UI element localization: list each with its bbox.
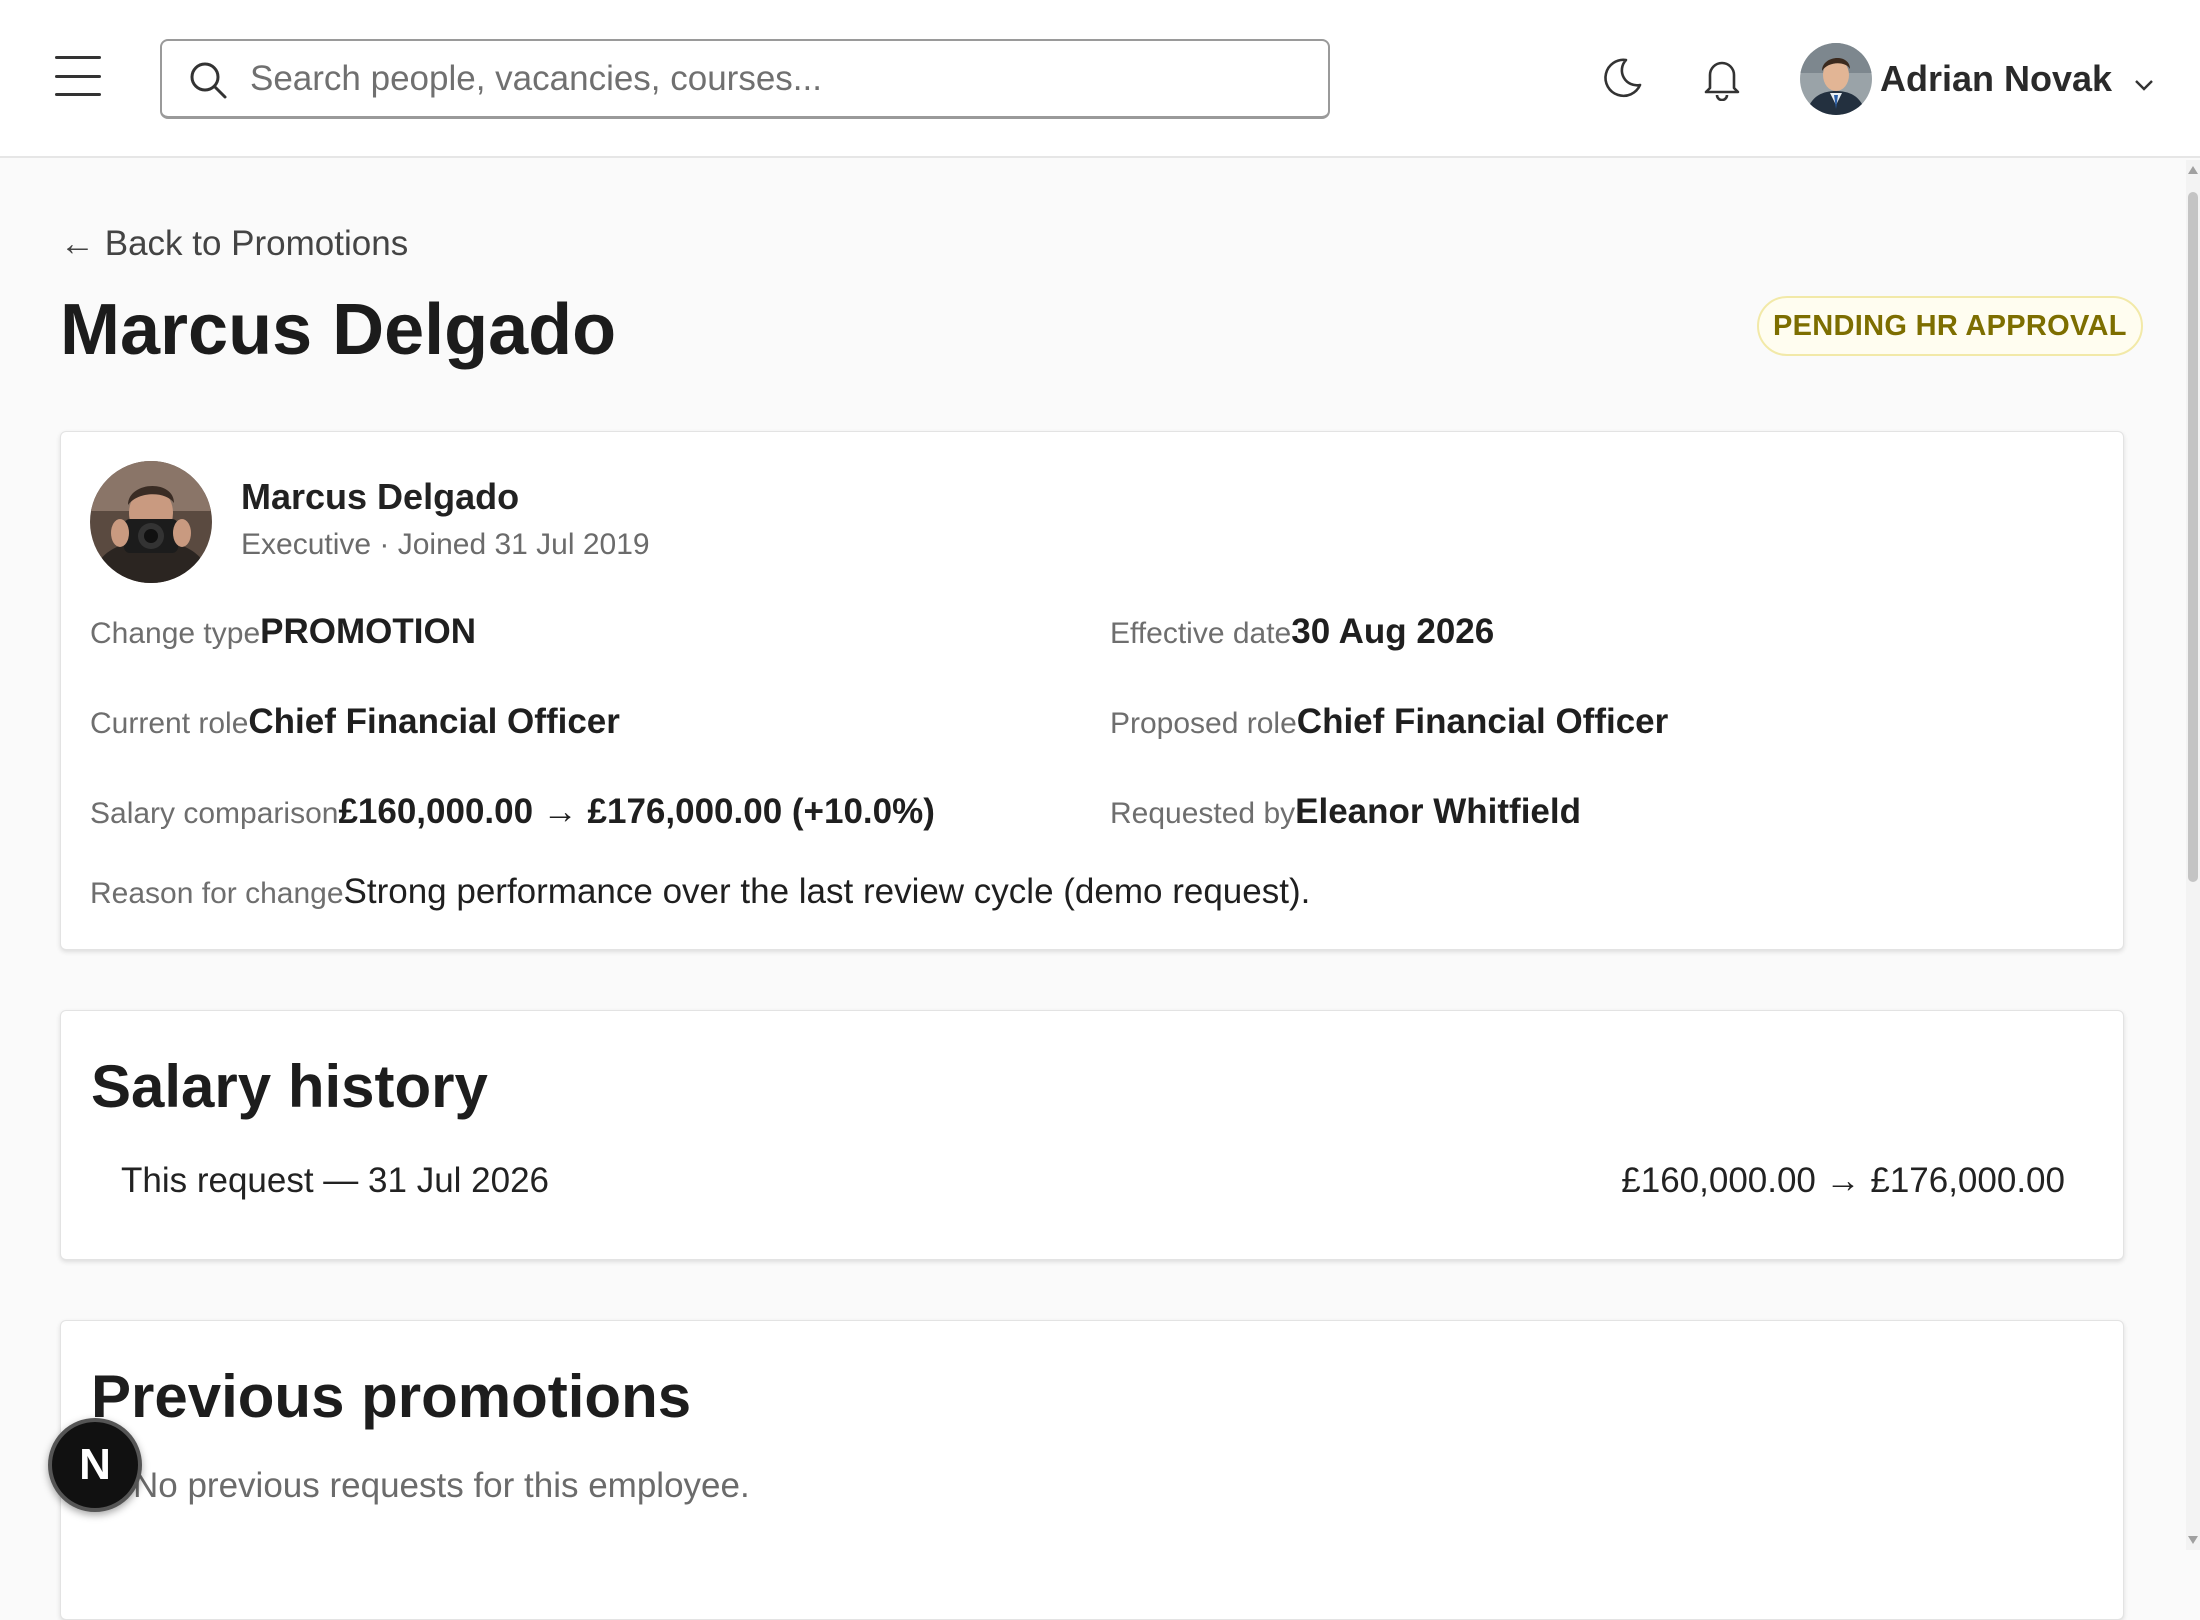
- field-label: Current role: [90, 707, 249, 740]
- promotion-details-card: Marcus Delgado Executive · Joined 31 Jul…: [60, 431, 2124, 950]
- effective-date-field: Effective date30 Aug 2026: [1110, 612, 1494, 652]
- employee-name: Marcus Delgado: [241, 476, 520, 517]
- section-title: Salary history: [91, 1053, 488, 1120]
- status-badge: PENDING HR APPROVAL: [1757, 296, 2143, 356]
- search-icon: [190, 62, 227, 99]
- requested-by-field: Requested byEleanor Whitfield: [1110, 792, 1581, 832]
- field-label: Effective date: [1110, 617, 1292, 650]
- back-to-promotions-link[interactable]: ← Back to Promotions: [60, 224, 408, 264]
- search-box[interactable]: [160, 39, 1330, 119]
- scroll-up-arrow[interactable]: [2188, 166, 2198, 174]
- change-type-field: Change typePROMOTION: [90, 612, 476, 652]
- search-input[interactable]: [248, 51, 1308, 107]
- scroll-down-arrow[interactable]: [2188, 1536, 2198, 1544]
- proposed-role-field: Proposed roleChief Financial Officer: [1110, 702, 1668, 742]
- avatar: [1800, 43, 1872, 115]
- reason-value: Strong performance over the last review …: [343, 872, 1311, 911]
- current-role-value: Chief Financial Officer: [248, 702, 620, 741]
- employee-meta: Executive · Joined 31 Jul 2019: [241, 528, 650, 561]
- menu-icon[interactable]: [55, 56, 101, 96]
- field-label: Proposed role: [1110, 707, 1297, 740]
- history-label: This request — 31 Jul 2026: [121, 1161, 550, 1200]
- requested-by-value: Eleanor Whitfield: [1295, 792, 1581, 831]
- top-bar: Adrian Novak: [0, 0, 2200, 158]
- effective-date-value: 30 Aug 2026: [1291, 612, 1495, 651]
- salary-comparison-field: Salary comparison£160,000.00 → £176,000.…: [90, 792, 935, 832]
- theme-toggle-button[interactable]: [1594, 50, 1650, 106]
- notifications-button[interactable]: [1694, 50, 1750, 106]
- proposed-role-value: Chief Financial Officer: [1296, 702, 1669, 741]
- reason-field: Reason for changeStrong performance over…: [90, 872, 1310, 912]
- salary-history-card: Salary history This request — 31 Jul 202…: [60, 1010, 2124, 1260]
- empty-state-text: No previous requests for this employee.: [133, 1466, 750, 1505]
- field-label: Salary comparison: [90, 797, 339, 830]
- employee-avatar: [90, 461, 212, 583]
- section-title: Previous promotions: [91, 1363, 692, 1430]
- bell-icon: [1704, 61, 1740, 101]
- list-item: This request — 31 Jul 2026 £160,000.00 →…: [121, 1161, 2065, 1201]
- chevron-down-icon: [2135, 80, 2153, 91]
- previous-promotions-card: Previous promotions No previous requests…: [60, 1320, 2124, 1620]
- scrollbar-thumb[interactable]: [2188, 192, 2198, 882]
- user-menu[interactable]: Adrian Novak: [1800, 42, 2154, 116]
- salary-comparison-value: £160,000.00 → £176,000.00 (+10.0%): [338, 792, 935, 831]
- user-name: Adrian Novak: [1880, 58, 2113, 99]
- field-label: Reason for change: [90, 877, 344, 910]
- field-label: Requested by: [1110, 797, 1296, 830]
- moon-icon: [1604, 58, 1642, 98]
- page-title: Marcus Delgado: [60, 290, 617, 370]
- change-type-value: PROMOTION: [260, 612, 476, 651]
- field-label: Change type: [90, 617, 261, 650]
- history-change: £160,000.00 → £176,000.00: [1621, 1161, 2065, 1200]
- current-role-field: Current roleChief Financial Officer: [90, 702, 620, 742]
- dev-tools-button[interactable]: N: [48, 1418, 142, 1512]
